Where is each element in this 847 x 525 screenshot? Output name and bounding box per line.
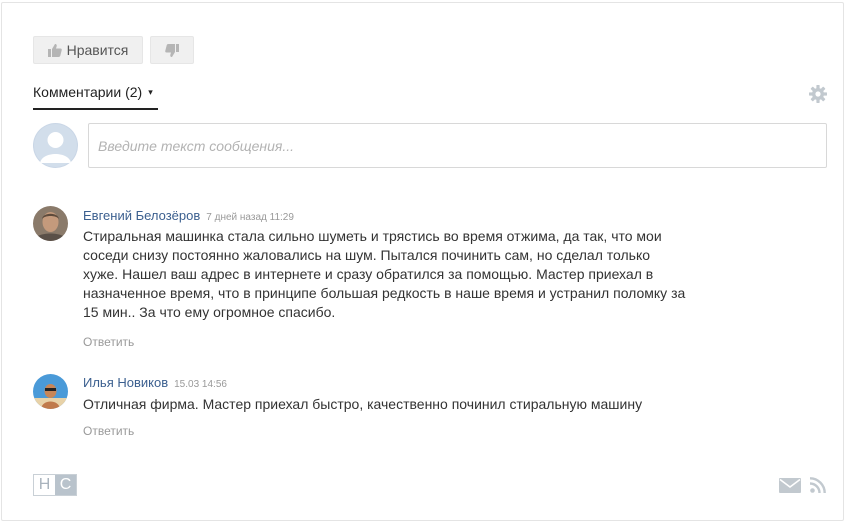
comment-line: 15 мин.. За что ему огромное спасибо. <box>83 304 336 320</box>
thumbs-up-icon <box>47 43 62 57</box>
reply-link[interactable]: Ответить <box>83 424 134 438</box>
avatar <box>33 374 68 409</box>
comment-text: Отличная фирма. Мастер приехал быстро, к… <box>83 395 723 414</box>
comment-line: соседи снизу постоянно жаловались на шум… <box>83 247 651 263</box>
comment-text: Стиральная машинка стала сильно шуметь и… <box>83 227 723 322</box>
comment-header: Евгений Белозёров 7 дней назад 11:29 <box>83 207 294 225</box>
comment-date: 7 дней назад 11:29 <box>206 212 294 223</box>
envelope-icon[interactable] <box>779 478 801 493</box>
reply-link[interactable]: Ответить <box>83 335 134 349</box>
rss-icon[interactable] <box>809 477 826 494</box>
brand-logo[interactable]: Н С <box>33 474 77 496</box>
brand-letter: Н <box>34 475 55 495</box>
comment-line: Стиральная машинка стала сильно шуметь и… <box>83 228 662 244</box>
gear-icon[interactable] <box>809 85 827 103</box>
comment-author[interactable]: Евгений Белозёров <box>83 208 200 223</box>
comment-header: Илья Новиков 15.03 14:56 <box>83 374 227 392</box>
brand-letter: С <box>55 475 76 495</box>
comment-line: хуже. Нашел ваш адрес в интернете и сраз… <box>83 266 654 282</box>
dropdown-caret-icon: ▾ <box>148 87 153 97</box>
like-button[interactable]: Нравится <box>33 36 143 64</box>
current-user-avatar <box>33 123 78 168</box>
dislike-button[interactable] <box>150 36 194 64</box>
comment-author[interactable]: Илья Новиков <box>83 375 168 390</box>
thumbs-down-icon <box>165 43 179 57</box>
tab-comments[interactable]: Комментарии (2) ▾ <box>33 84 158 110</box>
comment-input[interactable] <box>88 123 827 168</box>
comment-line: назначенное время, что в принципе больша… <box>83 285 686 301</box>
comment-line: Отличная фирма. Мастер приехал быстро, к… <box>83 396 643 412</box>
like-label: Нравится <box>66 42 129 58</box>
comments-tab-label: Комментарии (2) <box>33 84 143 100</box>
avatar <box>33 206 68 241</box>
comment-date: 15.03 14:56 <box>174 379 227 390</box>
